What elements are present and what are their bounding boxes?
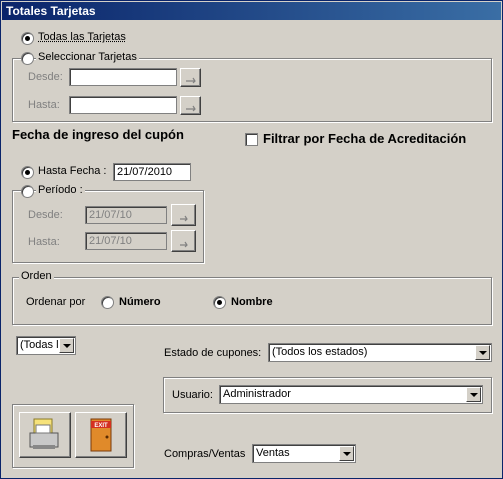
- exit-door-icon: EXIT: [90, 418, 112, 452]
- tarjeta-hasta-label: Hasta:: [28, 99, 60, 111]
- periodo-radio[interactable]: [21, 185, 34, 198]
- tarjeta-desde-field[interactable]: [69, 68, 177, 86]
- usuario-select-value: Administrador: [223, 388, 291, 400]
- printer-icon: [29, 418, 59, 449]
- periodo-hasta-field[interactable]: 21/07/10: [85, 232, 167, 250]
- usuario-select[interactable]: Administrador: [219, 385, 483, 404]
- estado-select[interactable]: (Todos los estados): [268, 343, 492, 362]
- compras-ventas-select-value: Ventas: [256, 447, 290, 459]
- ordenar-por-label: Ordenar por: [26, 296, 86, 308]
- lookup-icon: [186, 77, 196, 84]
- periodo-hasta-calendar-button[interactable]: [171, 230, 196, 252]
- nombre-label: Nombre: [231, 296, 273, 308]
- tarjeta-hasta-field[interactable]: [69, 96, 177, 114]
- todas-select[interactable]: (Todas l: [16, 336, 76, 355]
- chevron-down-icon[interactable]: [59, 338, 74, 353]
- orden-group-title: Orden: [19, 270, 54, 282]
- estado-label: Estado de cupones:: [164, 347, 262, 359]
- compras-ventas-label: Compras/Ventas: [164, 448, 246, 460]
- numero-radio[interactable]: [101, 296, 114, 309]
- periodo-desde-calendar-button[interactable]: [171, 204, 196, 226]
- calendar-icon: [180, 241, 188, 248]
- periodo-desde-label: Desde:: [28, 209, 63, 221]
- calendar-icon: [180, 215, 188, 222]
- hasta-fecha-label: Hasta Fecha :: [38, 165, 107, 177]
- nombre-radio[interactable]: [213, 296, 226, 309]
- estado-select-value: (Todos los estados): [272, 346, 368, 358]
- filtrar-acreditacion-checkbox[interactable]: [245, 133, 258, 146]
- window-title: Totales Tarjetas: [6, 4, 96, 18]
- chevron-down-icon[interactable]: [339, 446, 354, 461]
- print-button[interactable]: [19, 412, 71, 458]
- compras-ventas-select[interactable]: Ventas: [252, 444, 356, 463]
- numero-label: Número: [119, 296, 161, 308]
- todas-tarjetas-label: Todas las Tarjetas: [38, 31, 126, 43]
- exit-button[interactable]: EXIT: [75, 412, 127, 458]
- svg-text:EXIT: EXIT: [94, 423, 108, 429]
- title-bar: Totales Tarjetas: [2, 2, 501, 20]
- lookup-icon: [186, 105, 196, 112]
- hasta-fecha-radio[interactable]: [21, 166, 34, 179]
- seleccionar-tarjetas-label: Seleccionar Tarjetas: [36, 51, 139, 63]
- chevron-down-icon[interactable]: [466, 387, 481, 402]
- tarjeta-hasta-lookup-button[interactable]: [180, 96, 201, 115]
- tarjeta-desde-lookup-button[interactable]: [180, 68, 201, 87]
- chevron-down-icon[interactable]: [475, 345, 490, 360]
- periodo-desde-field[interactable]: 21/07/10: [85, 206, 167, 224]
- fecha-heading: Fecha de ingreso del cupón: [12, 127, 184, 142]
- hasta-fecha-field[interactable]: 21/07/2010: [113, 163, 191, 181]
- usuario-label: Usuario:: [172, 389, 213, 401]
- todas-tarjetas-radio[interactable]: [21, 32, 34, 45]
- filtrar-acreditacion-label: Filtrar por Fecha de Acreditación: [263, 131, 467, 146]
- seleccionar-tarjetas-radio[interactable]: [21, 52, 34, 65]
- periodo-hasta-label: Hasta:: [28, 236, 60, 248]
- todas-select-value: (Todas l: [20, 339, 59, 351]
- periodo-label: Período :: [36, 184, 85, 196]
- tarjeta-desde-label: Desde:: [28, 71, 63, 83]
- window: Totales Tarjetas Todas las Tarjetas Sele…: [0, 0, 503, 479]
